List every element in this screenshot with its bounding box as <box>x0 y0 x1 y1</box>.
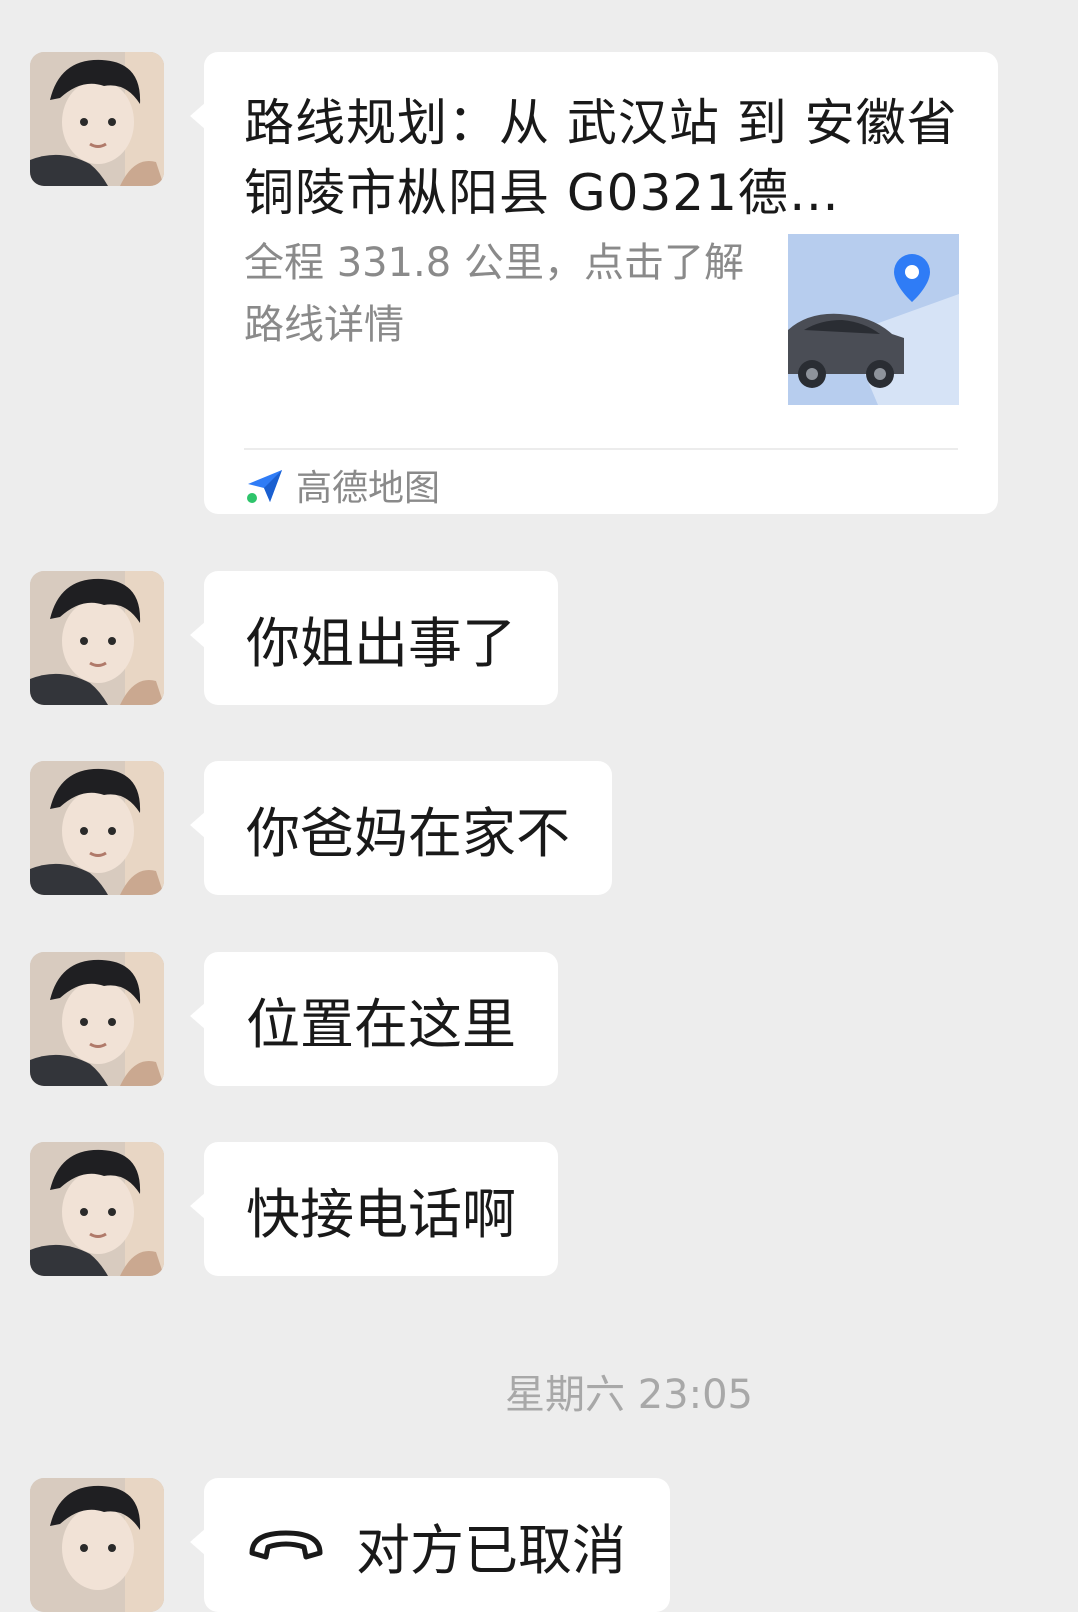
contact-avatar[interactable] <box>30 1478 164 1612</box>
amap-logo-icon <box>247 470 282 503</box>
route-card-description: 全程 331.8 公里，点击了解路线详情 <box>244 240 744 348</box>
route-card[interactable]: 路线规划：从 武汉站 到 安徽省铜陵市枞阳县 G0321德… 全程 331.8 … <box>190 52 998 514</box>
phone-hangup-icon <box>249 1530 323 1560</box>
contact-avatar[interactable] <box>30 761 164 895</box>
contact-avatar[interactable] <box>30 1142 164 1276</box>
contact-avatar[interactable] <box>30 952 164 1086</box>
message-bubble[interactable]: 你姐出事了 <box>190 571 558 705</box>
message-bubble[interactable]: 你爸妈在家不 <box>190 761 612 895</box>
message-bubble[interactable]: 位置在这里 <box>190 952 558 1086</box>
message-bubble[interactable]: 快接电话啊 <box>190 1142 558 1276</box>
call-record-bubble[interactable]: 对方已取消 <box>190 1478 670 1612</box>
message-text: 你爸妈在家不 <box>246 801 570 865</box>
contact-avatar[interactable] <box>30 52 164 186</box>
message-timestamp: 星期六 23:05 <box>505 1372 753 1418</box>
call-status-text: 对方已取消 <box>356 1518 626 1582</box>
message-text: 快接电话啊 <box>246 1182 516 1246</box>
card-source-label: 高德地图 <box>296 468 441 509</box>
route-card-title: 路线规划：从 武汉站 到 安徽省铜陵市枞阳县 G0321德… <box>244 94 958 222</box>
chat-area: 路线规划：从 武汉站 到 安徽省铜陵市枞阳县 G0321德… 全程 331.8 … <box>0 0 1078 1612</box>
route-thumbnail <box>788 234 959 405</box>
message-text: 位置在这里 <box>246 992 516 1056</box>
message-text: 你姐出事了 <box>246 611 516 675</box>
card-divider <box>244 448 958 450</box>
contact-avatar[interactable] <box>30 571 164 705</box>
card-source: 高德地图 <box>244 460 440 510</box>
